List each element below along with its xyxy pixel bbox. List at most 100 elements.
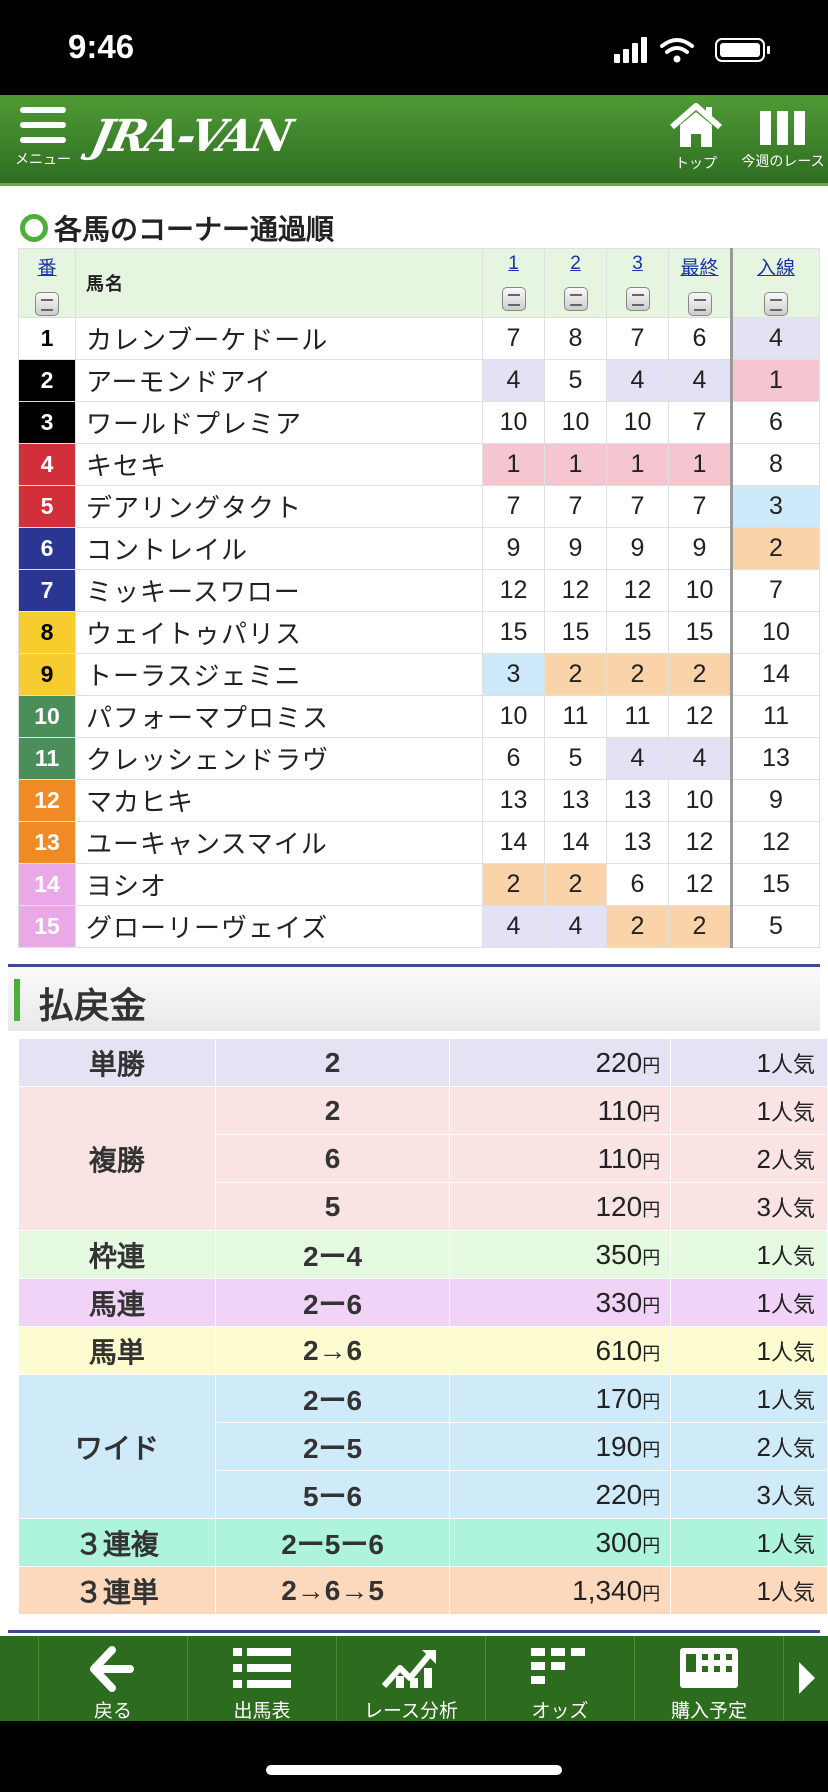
popularity-value: 3 [756,1191,771,1222]
corner-passing-table: 番 馬名 1 2 3 最終 入線 1 カレンブーケドール 7 8 7 6 4 2 アーモンドアイ… [18,248,820,948]
bet-type: ３連複 [18,1518,216,1567]
finish-position: 8 [730,443,820,486]
divider [8,1630,820,1633]
popularity-value: 1 [756,1527,771,1558]
horse-number: 7 [18,569,76,612]
popularity-value: 1 [756,1575,771,1606]
corner-position-c2: 12 [544,569,607,612]
table-header-row: 番 馬名 1 2 3 最終 入線 [18,248,820,318]
amount-value: 110 [597,1142,643,1174]
finish-position: 11 [730,695,820,738]
status-bar: 9:46 [0,0,828,95]
sort-icon[interactable] [625,287,650,311]
amount-value: 350 [595,1238,643,1270]
sort-icon[interactable] [687,292,712,316]
corner-position-final: 7 [668,485,732,528]
popularity-value: 1 [756,1383,771,1414]
sort-icon[interactable] [764,292,788,316]
nav-more-button[interactable] [783,1636,828,1721]
finish-position: 10 [730,611,820,654]
table-row: 11 クレッシェンドラヴ 6 5 4 4 13 [18,737,820,780]
purchase-plan-button[interactable]: 購入予定 [634,1636,783,1722]
yen-unit: 円 [642,1151,661,1172]
jra-van-logo[interactable]: JRA-VAN [87,111,296,162]
horse-name: パフォーマプロミス [75,695,483,738]
table-row: 13 ユーキャンスマイル 14 14 13 12 12 [18,821,820,864]
horse-name: ワールドプレミア [75,401,483,444]
sort-icon[interactable] [35,292,59,316]
popularity-unit: 人気 [770,1147,815,1173]
finish-position: 9 [730,779,820,822]
horse-number: 2 [18,359,76,402]
corner-position-c1: 10 [482,695,545,738]
payout-amount: 350円 [449,1230,672,1279]
home-indicator[interactable] [266,1765,562,1775]
popularity-unit: 人気 [770,1195,815,1221]
horse-name: アーモンドアイ [75,359,483,402]
home-indicator-area [0,1721,828,1792]
purchase-plan-label: 購入予定 [670,1700,747,1722]
popularity: 1人気 [670,1278,828,1327]
horse-number: 10 [18,695,76,738]
corner-position-final: 1 [668,443,732,486]
odds-button[interactable]: オッズ [485,1636,634,1722]
popularity-unit: 人気 [770,1291,815,1317]
back-button[interactable]: 戻る [38,1636,187,1722]
corner-position-c3: 2 [606,653,669,696]
menu-button[interactable]: メニュー [12,105,74,169]
combination: 5 [214,1182,451,1231]
popularity: 1人気 [670,1086,828,1135]
popularity-unit: 人気 [770,1483,815,1509]
col-header-c3[interactable]: 3 [606,248,669,318]
col-header-finish[interactable]: 入線 [730,248,820,318]
horse-name: トーラスジェミニ [75,653,483,696]
col-header-final[interactable]: 最終 [668,248,732,318]
bet-type: 複勝 [18,1086,216,1231]
bet-type: ３連単 [18,1566,216,1615]
horse-name: コントレイル [75,527,483,570]
amount-value: 190 [595,1430,643,1462]
payout-table: 単勝 2 220円 1人気 複勝 2 110円 1人気 6 110円 2人気 5 120円 3人気 枠連 2ー… [18,1038,828,1615]
corner-position-c2: 15 [544,611,607,654]
popularity: 2人気 [670,1134,828,1183]
corner-position-c3: 7 [606,317,669,360]
bet-type: 馬連 [18,1278,216,1327]
payout-amount: 170円 [449,1374,672,1423]
payout-row: ワイド 2ー6 170円 1人気 [18,1374,828,1519]
bet-type: 馬単 [18,1326,216,1375]
corner-position-final: 6 [668,317,732,360]
table-row: 8 ウェイトゥパリス 15 15 15 15 10 [18,611,820,654]
corner-position-c1: 9 [482,527,545,570]
corner-section-title: 各馬のコーナー通過順 [20,208,334,248]
payout-amount: 190円 [449,1422,672,1471]
amount-value: 220 [595,1046,643,1078]
corner-position-c1: 2 [482,863,545,906]
horse-number: 8 [18,611,76,654]
col-header-num[interactable]: 番 [18,248,76,318]
sort-icon[interactable] [563,287,588,311]
race-analysis-button[interactable]: レース分析 [336,1636,485,1722]
sort-icon[interactable] [501,287,526,311]
horse-number: 14 [18,863,76,906]
bottom-nav: 戻る 出馬表 レース分析 オッズ 購入予定 [0,1636,828,1722]
race-card-button[interactable]: 出馬表 [187,1636,336,1722]
popularity-unit: 人気 [770,1387,815,1413]
corner-position-c3: 15 [606,611,669,654]
finish-position: 15 [730,863,820,906]
payout-amount: 1,340円 [449,1566,672,1615]
this-week-races-button[interactable]: 今週のレース [738,107,828,171]
table-row: 1 カレンブーケドール 7 8 7 6 4 [18,317,820,360]
col-header-name: 馬名 [75,248,483,318]
corner-position-c2: 2 [544,653,607,696]
top-button[interactable]: トップ [660,103,732,173]
chevron-right-icon [798,1662,815,1694]
col-header-c2[interactable]: 2 [544,248,607,318]
payout-title: 払戻金 [38,986,147,1027]
corner-position-c1: 10 [482,401,545,444]
horse-name: デアリングタクト [75,485,483,528]
popularity: 1人気 [670,1566,828,1615]
payout-amount: 220円 [449,1038,672,1087]
col-header-c1[interactable]: 1 [482,248,545,318]
popularity-value: 1 [756,1239,771,1270]
payout-amount: 120円 [449,1182,672,1231]
